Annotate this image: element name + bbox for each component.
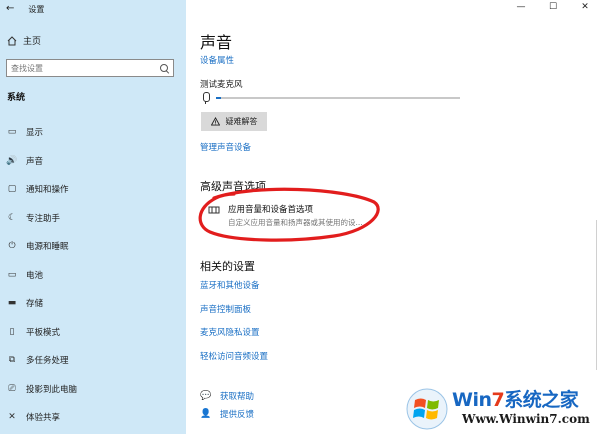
maximize-button[interactable]: ☐ [537, 0, 569, 14]
sidebar-item-label: 投影到此电脑 [26, 384, 78, 395]
help-chat-icon: 💬 [200, 391, 212, 401]
scrollbar-track[interactable] [596, 220, 597, 370]
sidebar-item-battery[interactable]: ▭ 电池 [0, 261, 186, 290]
home-label: 主页 [23, 37, 42, 47]
sidebar-item-label: 通知和操作 [26, 185, 69, 196]
ease-of-access-audio-link[interactable]: 轻松访问音频设置 [200, 350, 268, 362]
sidebar-item-label: 声音 [26, 156, 44, 167]
titlebar: ← 设置 [6, 2, 44, 16]
share-icon: ✕ [8, 412, 16, 423]
minimize-button[interactable]: — [505, 0, 537, 14]
sidebar-item-tablet-mode[interactable]: ▯ 平板模式 [0, 318, 186, 347]
watermark: Win7系统之家 Www.Winwin7.com [402, 384, 601, 434]
watermark-brand-prefix: Win [452, 389, 492, 411]
give-feedback-link[interactable]: 👤 提供反馈 [200, 408, 254, 420]
home-link[interactable]: 主页 [7, 34, 41, 47]
mic-level-meter [216, 97, 460, 99]
search-input[interactable] [11, 63, 160, 73]
sound-control-panel-link[interactable]: 声音控制面板 [200, 303, 251, 315]
sidebar-item-label: 平板模式 [26, 327, 61, 338]
projector-icon: ⎚ [8, 383, 16, 394]
sidebar-item-sound[interactable]: 🔊 声音 [0, 147, 186, 176]
microphone-privacy-link[interactable]: 麦克风隐私设置 [200, 326, 260, 338]
tablet-icon: ▯ [9, 326, 15, 337]
sidebar-item-multitasking[interactable]: ⧉ 多任务处理 [0, 346, 186, 375]
mic-test-label: 测试麦克风 [200, 80, 243, 90]
storage-icon: ▬ [7, 298, 17, 309]
app-volume-preferences[interactable]: 应用音量和设备首选项 自定义应用音量和扬声器或其使用的设... [208, 203, 363, 228]
search-box[interactable] [6, 59, 174, 77]
watermark-brand: Win7系统之家 [452, 385, 579, 412]
section-heading: 系统 [7, 93, 26, 103]
sidebar-item-display[interactable]: ▭ 显示 [0, 118, 186, 147]
get-help-label: 获取帮助 [220, 392, 255, 402]
advanced-sound-options-heading: 高级声音选项 [200, 180, 266, 193]
sidebar-item-label: 电源和睡眠 [26, 242, 69, 253]
window-title: 设置 [28, 4, 45, 14]
sidebar-item-label: 显示 [26, 128, 44, 139]
window-controls: — ☐ ✕ [505, 0, 601, 14]
sidebar-item-label: 电池 [26, 270, 44, 281]
app-volume-text: 应用音量和设备首选项 自定义应用音量和扬声器或其使用的设... [228, 203, 363, 228]
home-icon [7, 35, 17, 45]
sidebar-item-power-sleep[interactable]: ⏻ 电源和睡眠 [0, 232, 186, 261]
page-title: 声音 [200, 33, 233, 52]
sidebar-item-focus-assist[interactable]: ☾ 专注助手 [0, 204, 186, 233]
notification-icon: ▢ [7, 184, 17, 195]
sidebar-item-storage[interactable]: ▬ 存储 [0, 289, 186, 318]
mic-level-row [202, 92, 460, 104]
monitor-icon: ▭ [7, 127, 17, 138]
warning-icon [210, 117, 220, 126]
search-icon[interactable] [160, 63, 169, 73]
power-icon: ⏻ [8, 241, 16, 252]
speaker-icon: 🔊 [6, 155, 18, 166]
sidebar-item-label: 多任务处理 [26, 356, 69, 367]
nav-list: ▭ 显示 🔊 声音 ▢ 通知和操作 ☾ 专注助手 ⏻ 电源和睡眠 ▭ 电池 ▬ … [0, 118, 186, 432]
manage-sound-devices-link[interactable]: 管理声音设备 [200, 141, 251, 153]
bluetooth-devices-link[interactable]: 蓝牙和其他设备 [200, 279, 260, 291]
sidebar: ← 设置 主页 系统 ▭ 显示 🔊 声音 ▢ 通知和操作 ☾ 专注助手 ⏻ [0, 0, 186, 434]
microphone-icon [202, 92, 210, 104]
main-content: — ☐ ✕ 声音 设备属性 测试麦克风 疑难解答 管理声音设备 高级声音选项 应… [186, 0, 601, 434]
sidebar-item-label: 体验共享 [26, 413, 61, 424]
give-feedback-label: 提供反馈 [220, 410, 255, 420]
app-volume-title: 应用音量和设备首选项 [228, 205, 314, 215]
windows-logo-icon [406, 388, 448, 430]
watermark-brand-seven: 7 [491, 389, 505, 411]
related-settings-heading: 相关的设置 [200, 260, 255, 273]
troubleshoot-label: 疑难解答 [225, 117, 258, 126]
multitask-icon: ⧉ [8, 355, 16, 366]
sidebar-item-label: 专注助手 [26, 213, 61, 224]
close-button[interactable]: ✕ [569, 0, 601, 14]
sidebar-item-label: 存储 [26, 299, 44, 310]
moon-icon: ☾ [7, 212, 17, 223]
sidebar-item-notifications[interactable]: ▢ 通知和操作 [0, 175, 186, 204]
battery-icon: ▭ [7, 269, 17, 280]
watermark-brand-suffix: 系统之家 [504, 389, 579, 411]
watermark-url: Www.Winwin7.com [462, 412, 590, 426]
mixer-icon [208, 206, 220, 214]
troubleshoot-button[interactable]: 疑难解答 [201, 112, 267, 131]
app-volume-description: 自定义应用音量和扬声器或其使用的设... [228, 218, 363, 227]
device-properties-link[interactable]: 设备属性 [200, 54, 234, 66]
sidebar-item-shared-experiences[interactable]: ✕ 体验共享 [0, 403, 186, 432]
feedback-icon: 👤 [200, 409, 212, 419]
mic-level-fill [216, 97, 221, 99]
back-arrow-icon[interactable]: ← [6, 4, 14, 14]
sidebar-item-projecting[interactable]: ⎚ 投影到此电脑 [0, 375, 186, 404]
get-help-link[interactable]: 💬 获取帮助 [200, 390, 254, 402]
